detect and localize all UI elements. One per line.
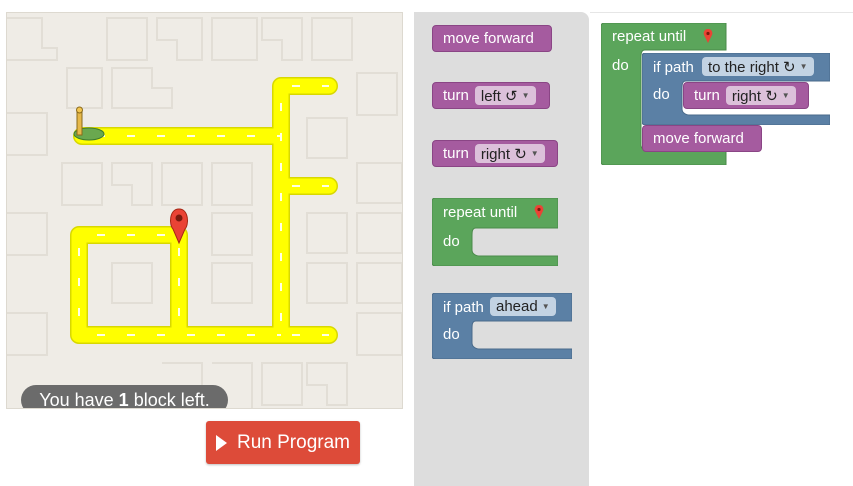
do-label: do bbox=[612, 57, 629, 74]
path-direction-dropdown[interactable]: to the right ↻ ▼ bbox=[702, 57, 814, 76]
workspace-top-border bbox=[590, 12, 853, 13]
block-label: if path bbox=[443, 299, 484, 316]
run-program-label: Run Program bbox=[237, 431, 350, 453]
workspace-turn-right-block[interactable]: turn right ↻ ▼ bbox=[683, 82, 809, 109]
turn-direction-dropdown[interactable]: left ↺ ▼ bbox=[474, 86, 536, 105]
maze-svg bbox=[7, 17, 402, 408]
maze-path bbox=[71, 78, 337, 343]
block-label: turn bbox=[443, 145, 469, 162]
toolbox-turn-right-block[interactable]: turn right ↻ ▼ bbox=[432, 140, 558, 167]
dropdown-caret-icon: ▼ bbox=[781, 91, 790, 100]
dropdown-caret-icon: ▼ bbox=[541, 302, 550, 311]
turn-direction-dropdown[interactable]: right ↻ ▼ bbox=[725, 86, 796, 105]
block-label: repeat until bbox=[612, 28, 687, 45]
toolbox-move-forward-block[interactable]: move forward bbox=[432, 25, 552, 52]
block-label: move forward bbox=[653, 130, 744, 147]
do-label: do bbox=[443, 233, 460, 250]
block-label: turn bbox=[694, 87, 720, 104]
run-program-button[interactable]: Run Program bbox=[206, 421, 360, 464]
dropdown-caret-icon: ▼ bbox=[799, 62, 808, 71]
blocks-left-status: You have 1 block left. bbox=[21, 385, 228, 408]
path-direction-dropdown[interactable]: ahead ▼ bbox=[490, 297, 556, 316]
turn-direction-dropdown[interactable]: right ↻ ▼ bbox=[474, 144, 545, 163]
goal-marker-icon bbox=[534, 205, 544, 219]
play-icon bbox=[216, 434, 227, 451]
maze-area: You have 1 block left. bbox=[6, 12, 403, 409]
do-label: do bbox=[443, 326, 460, 343]
block-label: repeat until bbox=[443, 204, 518, 221]
block-label: move forward bbox=[443, 30, 534, 47]
start-marker bbox=[73, 106, 105, 141]
workspace-move-forward-block[interactable]: move forward bbox=[642, 125, 762, 152]
block-label: turn bbox=[443, 87, 469, 104]
dropdown-caret-icon: ▼ bbox=[530, 149, 539, 158]
toolbox-if-path-block[interactable]: if path ahead ▼ do bbox=[432, 293, 572, 359]
toolbox-repeat-until-block[interactable]: repeat until do bbox=[432, 198, 558, 266]
dropdown-caret-icon: ▼ bbox=[521, 91, 530, 100]
goal-marker-icon bbox=[703, 29, 713, 43]
block-label: if path bbox=[653, 59, 694, 76]
toolbox-turn-left-block[interactable]: turn left ↺ ▼ bbox=[432, 82, 550, 109]
do-label: do bbox=[653, 86, 670, 103]
